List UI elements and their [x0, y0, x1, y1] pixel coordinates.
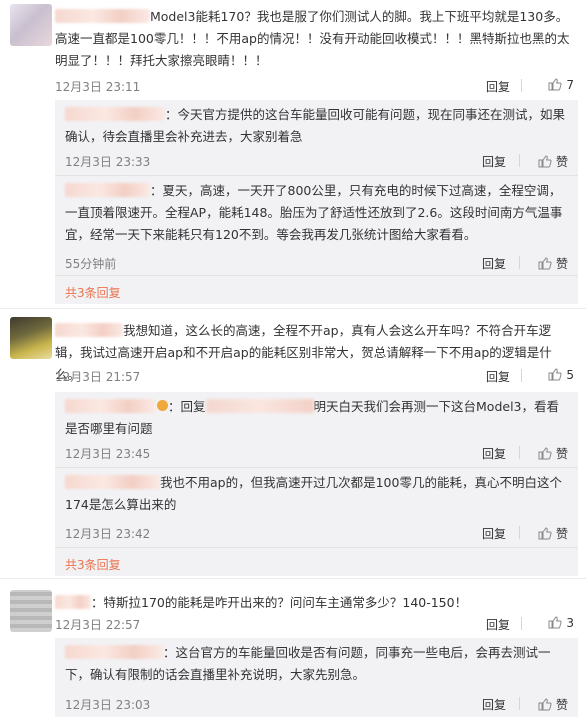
- reply-list: ：今天官方提供的这台车能量回收可能有问题，现在同事还在测试，如果确认，待会直播里…: [55, 100, 578, 304]
- comment-meta: 12月3日 23:11 回复 7: [55, 76, 576, 96]
- reply-button[interactable]: 回复: [482, 445, 506, 462]
- divider: [521, 369, 522, 382]
- more-replies-link[interactable]: 共3条回复: [65, 556, 121, 573]
- thumbs-up-icon: [548, 616, 562, 629]
- like-button[interactable]: 3: [548, 616, 574, 630]
- mention-redacted[interactable]: [205, 399, 314, 413]
- like-label: 赞: [555, 698, 568, 712]
- divider: [519, 154, 520, 167]
- like-button[interactable]: 赞: [538, 153, 568, 170]
- thumbs-up-icon: [548, 78, 562, 91]
- thumbs-up-icon: [538, 447, 552, 460]
- reply-meta: 12月3日 23:42 回复 赞: [65, 523, 578, 543]
- avatar[interactable]: [10, 590, 52, 632]
- reply-prefix: ：回复: [168, 399, 206, 414]
- avatar[interactable]: [10, 317, 52, 359]
- divider: [521, 617, 522, 630]
- username-redacted[interactable]: [65, 475, 160, 489]
- like-button[interactable]: 赞: [538, 255, 568, 272]
- reply-text: ：今天官方提供的这台车能量回收可能有问题，现在同事还在测试，如果确认，待会直播里…: [65, 104, 568, 148]
- reply-text: 我也不用ap的，但我高速开过几次都是100零几的能耗，真心不明白这个174是怎么…: [65, 472, 568, 516]
- reply-button[interactable]: 回复: [486, 368, 510, 385]
- vip-badge-icon: [157, 400, 168, 411]
- username-redacted[interactable]: [65, 183, 150, 197]
- thumbs-up-icon: [538, 527, 552, 540]
- reply-list: ：回复 明天白天我们会再测一下这台Model3，看看是否哪里有问题 12月3日 2…: [55, 392, 578, 576]
- like-button[interactable]: 赞: [538, 525, 568, 542]
- divider: [519, 256, 520, 269]
- thumbs-up-icon: [538, 257, 552, 270]
- timestamp: 12月3日 21:57: [55, 370, 141, 384]
- timestamp: 12月3日 23:42: [65, 527, 151, 541]
- timestamp: 55分钟前: [65, 257, 117, 271]
- divider: [519, 526, 520, 539]
- comment-body: ：特斯拉170的能耗是咋开出来的？问问车主通常多少？140-150！: [91, 595, 468, 610]
- reply-button[interactable]: 回复: [482, 696, 506, 713]
- reply-text: ：回复 明天白天我们会再测一下这台Model3，看看是否哪里有问题: [65, 396, 568, 440]
- timestamp: 12月3日 23:45: [65, 447, 151, 461]
- timestamp: 12月3日 22:57: [55, 618, 141, 632]
- reply-item: 我也不用ap的，但我高速开过几次都是100零几的能耗，真心不明白这个174是怎么…: [55, 468, 578, 548]
- reply-meta: 12月3日 23:33 回复 赞: [65, 151, 578, 171]
- divider: [521, 79, 522, 92]
- reply-item: ：这台官方的车能量回收是否有问题，同事充一些电后，会再去测试一下，确认有限制的话…: [55, 638, 578, 717]
- reply-button[interactable]: 回复: [486, 616, 510, 633]
- username-redacted[interactable]: [65, 645, 163, 659]
- like-label: 赞: [555, 257, 568, 271]
- divider: [0, 578, 586, 579]
- reply-meta: 12月3日 23:03 回复 赞: [65, 694, 578, 714]
- comment-text: ：特斯拉170的能耗是咋开出来的？问问车主通常多少？140-150！: [55, 592, 576, 614]
- thumbs-up-icon: [548, 368, 562, 381]
- timestamp: 12月3日 23:03: [65, 698, 151, 712]
- reply-meta: 55分钟前 回复 赞: [65, 253, 578, 273]
- more-replies-link[interactable]: 共3条回复: [65, 284, 121, 301]
- like-count: 7: [566, 78, 574, 92]
- comment-text: Model3能耗170？我也是服了你们测试人的脚。我上下班平均就是130多。高速…: [55, 6, 576, 72]
- timestamp: 12月3日 23:11: [55, 80, 141, 94]
- reply-button[interactable]: 回复: [486, 78, 510, 95]
- username-redacted[interactable]: [55, 595, 91, 609]
- reply-meta: 12月3日 23:45 回复 赞: [65, 443, 578, 463]
- like-label: 赞: [555, 447, 568, 461]
- thumbs-up-icon: [538, 155, 552, 168]
- like-label: 赞: [555, 155, 568, 169]
- thumbs-up-icon: [538, 698, 552, 711]
- avatar[interactable]: [10, 4, 52, 46]
- divider: [0, 308, 586, 309]
- timestamp: 12月3日 23:33: [65, 155, 151, 169]
- comment-meta: 12月3日 21:57 回复 5: [55, 366, 576, 386]
- comment-meta: 12月3日 22:57 回复 3: [55, 614, 576, 634]
- reply-text: ：夏天，高速，一天开了800公里，只有充电的时候下过高速，全程空调，一直顶着限速…: [65, 180, 568, 246]
- like-count: 3: [566, 616, 574, 630]
- like-count: 5: [566, 368, 574, 382]
- username-redacted[interactable]: [65, 107, 165, 121]
- like-button[interactable]: 赞: [538, 445, 568, 462]
- username-redacted[interactable]: [55, 323, 123, 337]
- reply-button[interactable]: 回复: [482, 153, 506, 170]
- like-button[interactable]: 5: [548, 368, 574, 382]
- reply-text: ：这台官方的车能量回收是否有问题，同事充一些电后，会再去测试一下，确认有限制的话…: [65, 642, 568, 686]
- username-redacted[interactable]: [65, 399, 155, 413]
- reply-button[interactable]: 回复: [482, 525, 506, 542]
- reply-item: ：回复 明天白天我们会再测一下这台Model3，看看是否哪里有问题 12月3日 2…: [55, 392, 578, 468]
- like-label: 赞: [555, 527, 568, 541]
- username-redacted[interactable]: [55, 9, 150, 23]
- reply-button[interactable]: 回复: [482, 255, 506, 272]
- reply-item: ：今天官方提供的这台车能量回收可能有问题，现在同事还在测试，如果确认，待会直播里…: [55, 100, 578, 176]
- reply-item: ：夏天，高速，一天开了800公里，只有充电的时候下过高速，全程空调，一直顶着限速…: [55, 176, 578, 276]
- like-button[interactable]: 赞: [538, 696, 568, 713]
- divider: [519, 697, 520, 710]
- like-button[interactable]: 7: [548, 78, 574, 92]
- divider: [519, 446, 520, 459]
- reply-list: ：这台官方的车能量回收是否有问题，同事充一些电后，会再去测试一下，确认有限制的话…: [55, 638, 578, 717]
